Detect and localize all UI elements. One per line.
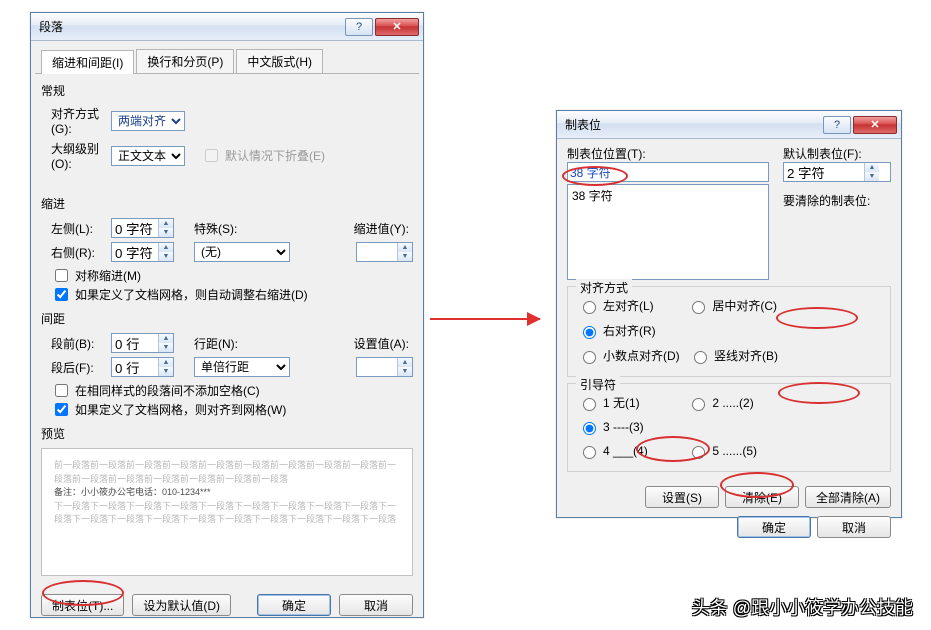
set-button[interactable]: 设置(S): [645, 486, 719, 508]
close-button[interactable]: ✕: [853, 116, 897, 134]
align-decimal-radio[interactable]: 小数点对齐(D): [578, 347, 680, 364]
right-spin[interactable]: ▲▼: [111, 242, 174, 262]
tabs-button[interactable]: 制表位(T)...: [41, 594, 124, 616]
ok-button[interactable]: 确定: [737, 516, 811, 538]
section-preview: 预览: [41, 425, 413, 442]
watermark: 头条 @跟小小筱学办公技能: [692, 594, 913, 620]
special-label: 特殊(S):: [194, 220, 258, 237]
line-select[interactable]: 单倍行距: [194, 357, 290, 377]
tab-asian[interactable]: 中文版式(H): [236, 49, 323, 73]
list-item[interactable]: 38 字符: [568, 185, 768, 206]
leader-legend: 引导符: [576, 376, 620, 393]
at-label: 设置值(A):: [354, 335, 409, 352]
clear-label: 要清除的制表位:: [783, 192, 891, 209]
position-list[interactable]: 38 字符: [567, 184, 769, 280]
align-bar-radio[interactable]: 竖线对齐(B): [689, 347, 789, 364]
by-spin[interactable]: ▲▼: [356, 242, 413, 262]
set-default-button[interactable]: 设为默认值(D): [132, 594, 231, 616]
noadd-check[interactable]: 在相同样式的段落间不添加空格(C): [51, 381, 413, 400]
leader-2-radio[interactable]: 2 .....(2): [687, 395, 787, 411]
ok-button[interactable]: 确定: [257, 594, 331, 616]
special-select[interactable]: (无): [194, 242, 290, 262]
default-tab-spin[interactable]: ▲▼: [783, 162, 891, 182]
tabstops-dialog: 制表位 ? ✕ 制表位位置(T): 38 字符 默认制表位(F): ▲▼ 要清除…: [556, 110, 902, 518]
arrow-icon: [430, 318, 540, 320]
alignment-select[interactable]: 两端对齐: [111, 111, 185, 131]
leader-3-radio[interactable]: 3 ----(3): [578, 419, 678, 435]
section-general: 常规: [41, 82, 413, 99]
outline-select[interactable]: 正文文本: [111, 146, 185, 166]
leader-5-radio[interactable]: 5 ......(5): [687, 443, 787, 459]
preview-box: 前一段落前一段落前一段落前一段落前一段落前一段落前一段落前一段落前一段落前一段落…: [41, 448, 413, 576]
leader-4-radio[interactable]: 4 ___(4): [578, 443, 678, 459]
titlebar[interactable]: 制表位 ? ✕: [557, 111, 901, 139]
align-center-radio[interactable]: 居中对齐(C): [687, 297, 787, 314]
cancel-button[interactable]: 取消: [339, 594, 413, 616]
tab-indent-spacing[interactable]: 缩进和间距(I): [41, 50, 134, 74]
align-left-radio[interactable]: 左对齐(L): [578, 297, 678, 314]
cancel-button[interactable]: 取消: [817, 516, 891, 538]
after-spin[interactable]: ▲▼: [111, 357, 174, 377]
left-label: 左侧(L):: [41, 220, 111, 237]
left-spin[interactable]: ▲▼: [111, 218, 174, 238]
close-button[interactable]: ✕: [375, 18, 419, 36]
tab-line-page[interactable]: 换行和分页(P): [136, 49, 234, 73]
position-input[interactable]: [567, 162, 769, 182]
alignment-label: 对齐方式(G):: [41, 105, 111, 136]
section-spacing: 间距: [41, 310, 413, 327]
clear-button[interactable]: 清除(E): [725, 486, 799, 508]
default-tab-label: 默认制表位(F):: [783, 145, 891, 162]
alignment-legend: 对齐方式: [576, 279, 632, 296]
autogrid-check[interactable]: 如果定义了文档网格，则自动调整右缩进(D): [51, 285, 413, 304]
right-label: 右侧(R):: [41, 244, 111, 261]
snapgrid-check[interactable]: 如果定义了文档网格，则对齐到网格(W): [51, 400, 413, 419]
mirror-check[interactable]: 对称缩进(M): [51, 266, 413, 285]
dialog-title: 段落: [39, 18, 343, 35]
dialog-title: 制表位: [565, 116, 821, 133]
before-label: 段前(B):: [41, 335, 111, 352]
align-right-radio[interactable]: 右对齐(R): [578, 322, 678, 339]
alignment-group: 对齐方式 左对齐(L) 居中对齐(C) 右对齐(R) 小数点对齐(D) 竖线对齐…: [567, 286, 891, 377]
tabstrip: 缩进和间距(I) 换行和分页(P) 中文版式(H): [35, 45, 419, 74]
collapsed-checkbox: [205, 149, 218, 162]
before-spin[interactable]: ▲▼: [111, 333, 174, 353]
help-button[interactable]: ?: [823, 116, 851, 134]
help-button[interactable]: ?: [345, 18, 373, 36]
by-label: 缩进值(Y):: [354, 220, 409, 237]
position-label: 制表位位置(T):: [567, 145, 769, 162]
section-indent: 缩进: [41, 195, 413, 212]
after-label: 段后(F):: [41, 359, 111, 376]
titlebar[interactable]: 段落 ? ✕: [31, 13, 423, 41]
clear-all-button[interactable]: 全部清除(A): [805, 486, 891, 508]
paragraph-dialog: 段落 ? ✕ 缩进和间距(I) 换行和分页(P) 中文版式(H) 常规 对齐方式…: [30, 12, 424, 618]
leader-group: 引导符 1 无(1) 2 .....(2) 3 ----(3) 4 ___(4)…: [567, 383, 891, 472]
outline-label: 大纲级别(O):: [41, 140, 111, 171]
leader-1-radio[interactable]: 1 无(1): [578, 394, 678, 411]
collapsed-check: 默认情况下折叠(E): [201, 146, 325, 165]
at-spin[interactable]: ▲▼: [356, 357, 413, 377]
line-label: 行距(N):: [194, 335, 258, 352]
